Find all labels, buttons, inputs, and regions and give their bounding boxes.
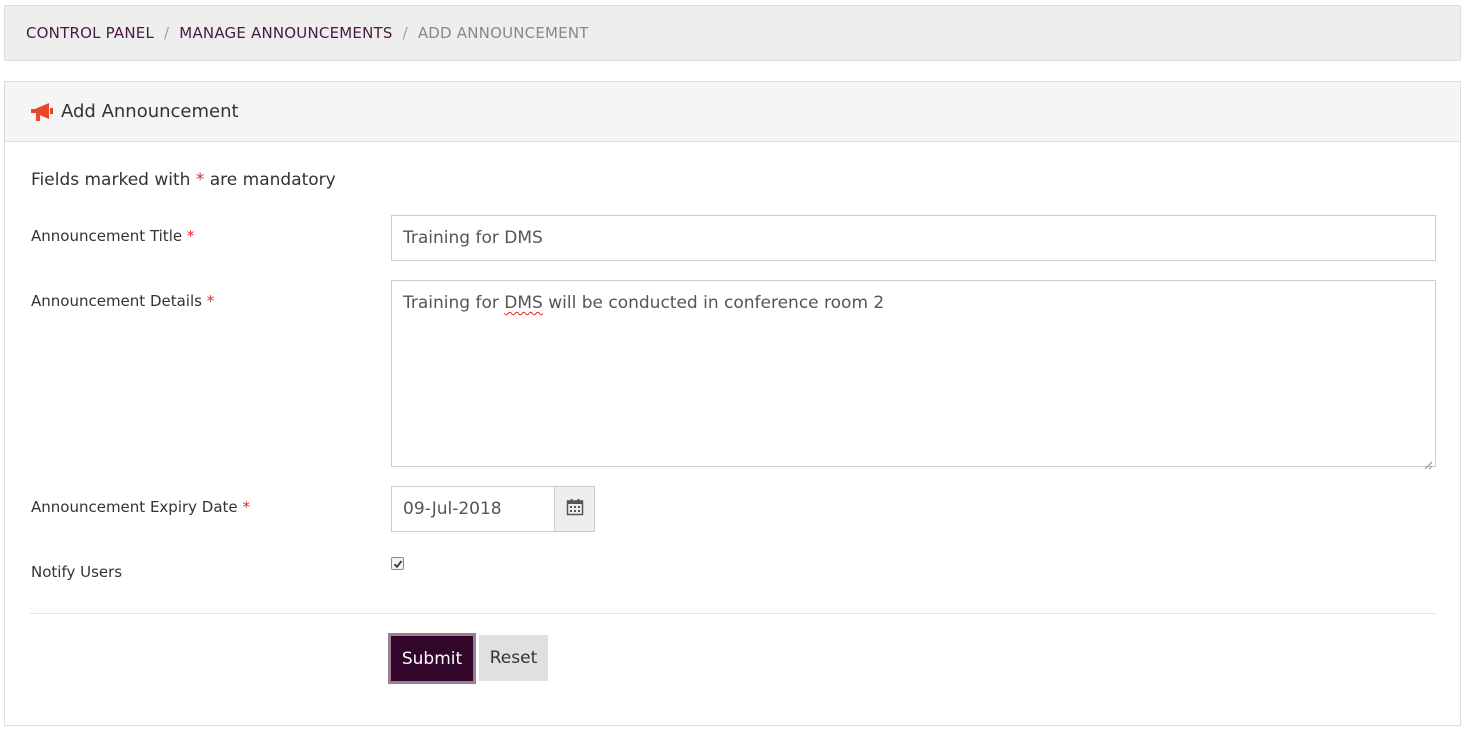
breadcrumb-control-panel[interactable]: CONTROL PANEL [26, 24, 154, 42]
panel-heading: Add Announcement [5, 82, 1460, 142]
spellcheck-flagged-word: DMS [504, 293, 543, 313]
required-marker: * [206, 292, 215, 310]
reset-button[interactable]: Reset [479, 635, 548, 681]
details-label: Announcement Details * [31, 292, 214, 310]
breadcrumb-separator: / [164, 24, 170, 42]
bullhorn-icon [29, 101, 57, 123]
panel-title: Add Announcement [61, 101, 239, 122]
mandatory-note-prefix: Fields marked with [31, 170, 191, 190]
mandatory-note-suffix: are mandatory [209, 170, 336, 190]
title-label-text: Announcement Title [31, 227, 183, 245]
announcement-title-value: Training for DMS [403, 228, 543, 248]
details-text-after: will be conducted in conference room 2 [542, 293, 885, 313]
details-label-text: Announcement Details [31, 292, 202, 310]
calendar-icon [566, 498, 584, 520]
details-text-before: Training for [403, 293, 505, 313]
mandatory-note: Fields marked with * are mandatory [31, 170, 336, 190]
announcement-details-textarea[interactable]: Training for DMS will be conducted in co… [391, 280, 1436, 470]
add-announcement-panel: Add Announcement Fields marked with * ar… [4, 81, 1461, 726]
expiry-date-input[interactable]: 09-Jul-2018 [391, 486, 555, 532]
calendar-button[interactable] [554, 486, 595, 532]
required-marker: * [186, 227, 195, 245]
required-marker: * [242, 498, 250, 516]
breadcrumb-manage-announcements[interactable]: MANAGE ANNOUNCEMENTS [179, 24, 392, 42]
expiry-label-text: Announcement Expiry Date [31, 498, 238, 516]
notify-users-label: Notify Users [31, 563, 123, 581]
resize-handle-icon[interactable] [1423, 454, 1433, 470]
expiry-label: Announcement Expiry Date * [31, 498, 250, 516]
checkmark-icon [393, 554, 403, 573]
breadcrumb-separator: / [402, 24, 408, 42]
breadcrumb: CONTROL PANEL / MANAGE ANNOUNCEMENTS / A… [4, 5, 1461, 61]
breadcrumb-current: ADD ANNOUNCEMENT [417, 24, 589, 42]
submit-button[interactable]: Submit [388, 633, 476, 684]
title-label: Announcement Title * [31, 227, 194, 245]
announcement-title-input[interactable]: Training for DMS [391, 215, 1436, 261]
notify-users-checkbox[interactable] [391, 557, 404, 570]
expiry-date-value: 09-Jul-2018 [403, 499, 502, 519]
required-marker: * [195, 170, 205, 190]
form-divider [30, 613, 1436, 614]
